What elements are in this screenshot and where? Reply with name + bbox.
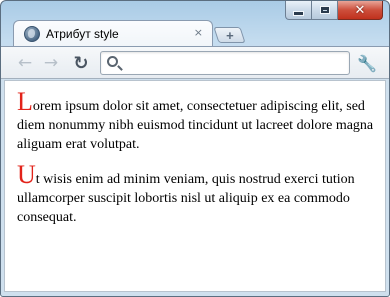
back-arrow-icon[interactable]: ←: [15, 53, 35, 73]
address-bar[interactable]: [100, 51, 350, 75]
wrench-icon[interactable]: 🔧: [357, 53, 377, 73]
browser-toolbar: ← → ↻ 🔧: [1, 46, 389, 79]
forward-arrow-icon[interactable]: →: [41, 53, 61, 73]
paragraph: Ut wisis enim ad minim veniam, quis nost…: [17, 162, 377, 227]
page-content: Lorem ipsum dolor sit amet, consectetuer…: [4, 80, 386, 292]
window-controls: ✕: [285, 1, 383, 20]
dropcap-letter: L: [17, 87, 33, 116]
close-window-button[interactable]: ✕: [338, 1, 383, 20]
maximize-icon: [319, 6, 330, 14]
dropcap-letter: U: [17, 160, 36, 189]
tab-title: Атрибут style: [46, 26, 119, 41]
globe-icon: [24, 25, 40, 42]
browser-window: ✕ Атрибут style × + ← → ↻ 🔧 Lorem ipsum …: [0, 0, 390, 297]
tab-active[interactable]: Атрибут style ×: [13, 20, 213, 46]
paragraph: Lorem ipsum dolor sit amet, consectetuer…: [17, 89, 377, 154]
reload-icon[interactable]: ↻: [71, 53, 91, 74]
minimize-icon: [293, 10, 304, 16]
new-tab-button[interactable]: +: [213, 27, 246, 43]
close-icon: ✕: [354, 2, 366, 18]
tab-close-icon[interactable]: ×: [194, 26, 203, 39]
paragraph-text: orem ipsum dolor sit amet, consectetuer …: [17, 99, 374, 152]
minimize-button[interactable]: [285, 1, 312, 20]
maximize-button[interactable]: [312, 1, 338, 20]
address-input[interactable]: [125, 54, 345, 72]
plus-icon: +: [225, 27, 234, 43]
search-icon: [107, 56, 118, 67]
paragraph-text: t wisis enim ad minim veniam, quis nostr…: [17, 172, 355, 225]
